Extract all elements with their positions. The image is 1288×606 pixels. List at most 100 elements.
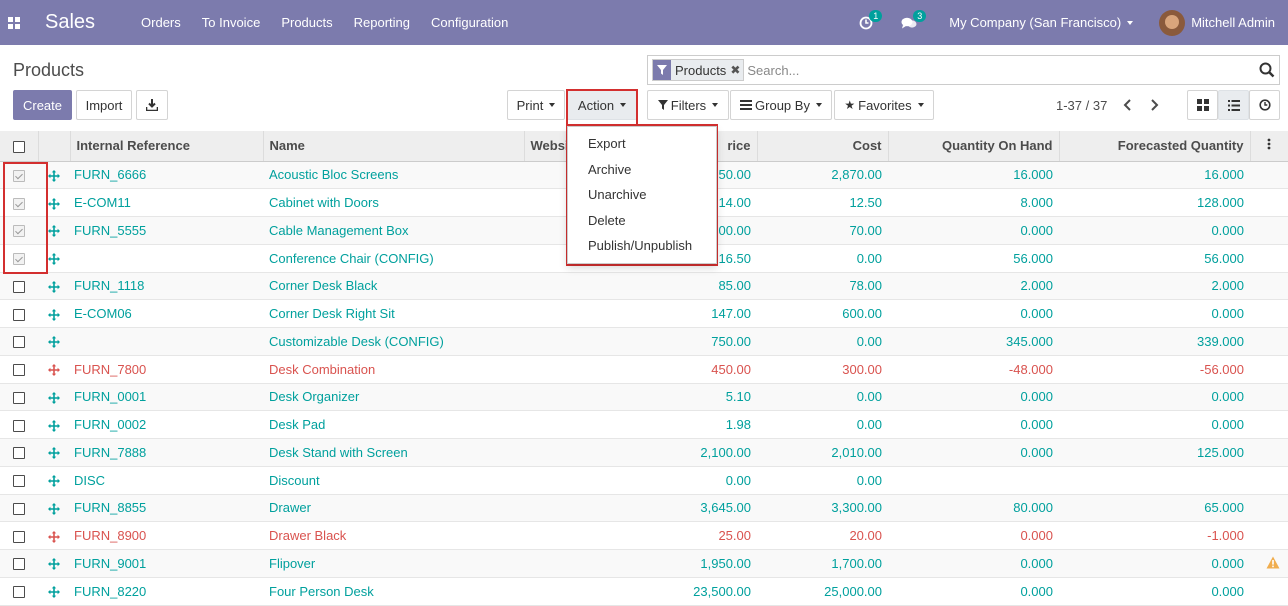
activity-view-button[interactable]	[1249, 90, 1280, 120]
table-row[interactable]: FURN_8220 Four Person Desk 23,500.00 25,000…	[0, 577, 1288, 605]
row-handle[interactable]	[38, 383, 70, 411]
print-button[interactable]: Print	[507, 90, 565, 120]
row-checkbox[interactable]	[13, 280, 25, 293]
close-icon[interactable]: ✖	[730, 63, 743, 77]
search-input[interactable]	[747, 62, 1228, 78]
column-internal-reference[interactable]: Internal Reference	[70, 131, 264, 162]
optional-columns-toggle[interactable]	[1250, 131, 1288, 162]
row-handle[interactable]	[38, 411, 70, 439]
table-row[interactable]: FURN_0002 Desk Pad 1.98 0.00 0.000 0.000	[0, 411, 1288, 439]
row-handle[interactable]	[38, 161, 70, 189]
row-handle[interactable]	[38, 189, 70, 217]
row-checkbox[interactable]	[13, 364, 25, 377]
row-handle[interactable]	[38, 466, 70, 494]
row-handle[interactable]	[38, 355, 70, 383]
row-checkbox-cell[interactable]	[0, 494, 38, 522]
kanban-view-button[interactable]	[1187, 90, 1218, 120]
menu-reporting[interactable]: Reporting	[354, 15, 410, 30]
row-checkbox-cell[interactable]	[0, 550, 38, 578]
table-row[interactable]: FURN_1118 Corner Desk Black 85.00 78.00 2.00…	[0, 272, 1288, 300]
table-row[interactable]: FURN_8900 Drawer Black 25.00 20.00 0.000 -1.0…	[0, 522, 1288, 550]
row-handle[interactable]	[38, 577, 70, 605]
row-checkbox[interactable]	[13, 502, 25, 515]
table-row[interactable]: DISC Discount 0.00 0.00	[0, 466, 1288, 494]
row-checkbox-cell[interactable]	[0, 217, 38, 245]
row-checkbox-cell[interactable]	[0, 577, 38, 605]
menu-configuration[interactable]: Configuration	[431, 15, 508, 30]
row-checkbox[interactable]	[13, 308, 25, 321]
import-button[interactable]: Import	[76, 90, 132, 120]
row-checkbox-cell[interactable]	[0, 189, 38, 217]
row-checkbox-cell[interactable]	[0, 355, 38, 383]
row-checkbox-cell[interactable]	[0, 411, 38, 439]
action-export[interactable]: Export	[568, 131, 716, 157]
menu-orders[interactable]: Orders	[141, 15, 181, 30]
row-checkbox-cell[interactable]	[0, 272, 38, 300]
action-archive[interactable]: Archive	[568, 157, 716, 183]
row-checkbox-cell[interactable]	[0, 522, 38, 550]
row-handle[interactable]	[38, 328, 70, 356]
row-checkbox-cell[interactable]	[0, 328, 38, 356]
activity-button[interactable]: 1	[859, 9, 883, 33]
row-handle[interactable]	[38, 244, 70, 272]
row-checkbox[interactable]	[13, 447, 25, 460]
messages-button[interactable]: 3	[901, 9, 927, 33]
row-checkbox-cell[interactable]	[0, 383, 38, 411]
row-handle[interactable]	[38, 300, 70, 328]
menu-to-invoice[interactable]: To Invoice	[202, 15, 261, 30]
table-row[interactable]: Customizable Desk (CONFIG) 750.00 0.00 345.…	[0, 327, 1288, 356]
table-row[interactable]: E-COM06 Corner Desk Right Sit 147.00 600.00…	[0, 300, 1288, 328]
column-quantity-on-hand[interactable]: Quantity On Hand	[888, 131, 1060, 162]
row-checkbox[interactable]	[13, 586, 25, 599]
search-icon[interactable]	[1259, 62, 1275, 78]
favorites-button[interactable]: ★ Favorites	[834, 90, 934, 120]
row-handle[interactable]	[38, 272, 70, 300]
row-checkbox[interactable]	[13, 475, 25, 488]
row-checkbox[interactable]	[13, 530, 25, 543]
download-button[interactable]	[136, 90, 168, 120]
row-checkbox[interactable]	[13, 253, 25, 266]
search-facet[interactable]: Products ✖	[652, 59, 745, 81]
select-all-checkbox[interactable]	[12, 140, 25, 153]
table-row[interactable]: FURN_7800 Desk Combination 450.00 300.00 -48…	[0, 355, 1288, 383]
row-checkbox[interactable]	[13, 558, 25, 571]
row-checkbox-cell[interactable]	[0, 244, 38, 272]
action-publish-unpublish[interactable]: Publish/Unpublish	[568, 233, 716, 259]
column-name[interactable]: Name	[263, 131, 525, 162]
row-handle[interactable]	[38, 494, 70, 522]
row-checkbox[interactable]	[13, 391, 25, 404]
filters-button[interactable]: Filters	[647, 90, 729, 120]
row-checkbox-cell[interactable]	[0, 300, 38, 328]
row-handle[interactable]	[38, 522, 70, 550]
group-by-button[interactable]: Group By	[730, 90, 832, 120]
table-row[interactable]: FURN_9001 Flipover 1,950.00 1,700.00 0.000 0.…	[0, 549, 1288, 578]
search-bar[interactable]: Products ✖	[647, 55, 1280, 85]
menu-products[interactable]: Products	[281, 15, 332, 30]
row-handle[interactable]	[38, 217, 70, 245]
apps-menu-icon[interactable]	[0, 0, 28, 45]
company-switcher[interactable]: My Company (San Francisco)	[949, 15, 1134, 30]
user-menu[interactable]: Mitchell Admin	[1159, 9, 1275, 36]
row-handle[interactable]	[38, 550, 70, 578]
action-unarchive[interactable]: Unarchive	[568, 182, 716, 208]
row-checkbox-cell[interactable]	[0, 161, 38, 189]
row-handle[interactable]	[38, 439, 70, 467]
row-checkbox[interactable]	[13, 197, 25, 210]
app-name[interactable]: Sales	[45, 11, 95, 34]
chevron-left-icon[interactable]	[1122, 99, 1132, 111]
table-row[interactable]: FURN_0001 Desk Organizer 5.10 0.00 0.000 0.00…	[0, 383, 1288, 411]
row-checkbox-cell[interactable]	[0, 439, 38, 467]
action-button[interactable]: Action	[567, 90, 637, 120]
create-button[interactable]: Create	[13, 90, 72, 120]
row-checkbox[interactable]	[13, 169, 25, 182]
pager-value[interactable]: 1-37 / 37	[1056, 98, 1107, 113]
chevron-right-icon[interactable]	[1150, 99, 1160, 111]
row-checkbox-cell[interactable]	[0, 466, 38, 494]
list-view-button[interactable]	[1218, 90, 1249, 120]
table-row[interactable]: FURN_7888 Desk Stand with Screen 2,100.00 2…	[0, 438, 1288, 467]
column-cost[interactable]: Cost	[757, 131, 889, 162]
row-checkbox[interactable]	[13, 225, 25, 238]
row-checkbox[interactable]	[13, 419, 25, 432]
action-delete[interactable]: Delete	[568, 208, 716, 234]
row-checkbox[interactable]	[13, 336, 25, 349]
